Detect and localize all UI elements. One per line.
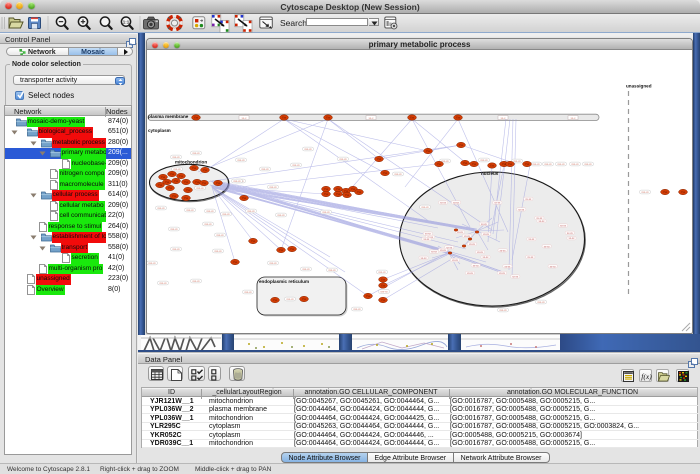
svg-text:xxx-xx: xxx-xx <box>557 163 565 166</box>
svg-text:xx-xx: xx-xx <box>440 249 447 252</box>
svg-text:xx-xx: xx-xx <box>469 243 476 246</box>
svg-text:xx-xx: xx-xx <box>421 256 428 259</box>
svg-text:xxx-xx: xxx-xx <box>206 210 214 213</box>
svg-text:xx-xx: xx-xx <box>512 275 519 278</box>
svg-text:xx-xx: xx-xx <box>425 232 432 235</box>
svg-text:xxx-xx: xxx-xx <box>269 262 277 265</box>
svg-text:xxx-xx: xxx-xx <box>328 269 336 272</box>
svg-text:xx-xx: xx-xx <box>536 217 543 220</box>
svg-text:xx-xx: xx-xx <box>544 245 551 248</box>
svg-text:xxx-xx: xxx-xx <box>302 268 310 271</box>
svg-text:xx-xx: xx-xx <box>539 220 546 223</box>
svg-text:unassigned: unassigned <box>626 83 652 88</box>
svg-text:xxx-xx: xxx-xx <box>286 298 294 301</box>
svg-text:mitochondrion: mitochondrion <box>175 159 207 164</box>
svg-text:xx-xx: xx-xx <box>431 250 438 253</box>
svg-text:xxx-xx: xxx-xx <box>170 228 178 231</box>
svg-text:xx-xx: xx-xx <box>550 265 557 268</box>
svg-text:xxx-xx: xxx-xx <box>186 209 194 212</box>
svg-text:xxx-xx: xxx-xx <box>277 214 285 217</box>
svg-text:xxx-xx: xxx-xx <box>571 163 579 166</box>
svg-text:1:1: 1:1 <box>123 19 130 24</box>
svg-text:xxx-xx: xxx-xx <box>204 223 212 226</box>
svg-text:xxx-xx: xxx-xx <box>304 148 312 151</box>
svg-text:xxx-xx: xxx-xx <box>641 191 649 194</box>
svg-text:xx-xx: xx-xx <box>494 201 501 204</box>
svg-text:xxx-xx: xxx-xx <box>292 164 300 167</box>
svg-text:xxx-xx: xxx-xx <box>247 210 255 213</box>
svg-text:plasma membrane: plasma membrane <box>148 114 189 119</box>
svg-text:xxx-xx: xxx-xx <box>269 186 277 189</box>
svg-text:xxx-xx: xxx-xx <box>237 159 245 162</box>
svg-text:xxx-xx: xxx-xx <box>148 262 156 265</box>
svg-text:xxx-xx: xxx-xx <box>394 173 402 176</box>
svg-text:xx-xx: xx-xx <box>440 201 447 204</box>
svg-text:xxx-xx: xxx-xx <box>380 290 388 293</box>
svg-text:xxx-xx: xxx-xx <box>378 271 386 274</box>
svg-text:xx-xx: xx-xx <box>452 259 459 262</box>
svg-text:xx-xx: xx-xx <box>525 197 532 200</box>
svg-text:xx-xx: xx-xx <box>527 256 534 259</box>
svg-text:xxx-xx: xxx-xx <box>532 163 540 166</box>
svg-text:xx-xx: xx-xx <box>453 201 460 204</box>
svg-text:xx-x: xx-x <box>571 116 576 119</box>
svg-text:xx-xx: xx-xx <box>481 222 488 225</box>
svg-text:xxx-xx: xxx-xx <box>537 301 545 304</box>
svg-text:xx-xx: xx-xx <box>457 231 464 234</box>
svg-text:xx-xx: xx-xx <box>464 234 471 237</box>
svg-text:xxx-xx: xxx-xx <box>192 280 200 283</box>
svg-text:xxx-xx: xxx-xx <box>421 206 429 209</box>
svg-text:xx-xx: xx-xx <box>483 233 490 236</box>
svg-text:xx-xx: xx-xx <box>467 272 474 275</box>
svg-text:xx-xx: xx-xx <box>567 231 574 234</box>
svg-text:xxx-xx: xxx-xx <box>172 156 180 159</box>
svg-text:xxx-xx: xxx-xx <box>499 309 507 312</box>
svg-text:xxx-xx: xxx-xx <box>244 291 252 294</box>
svg-text:xx-xx: xx-xx <box>500 249 507 252</box>
svg-text:xxx-xx: xxx-xx <box>261 168 269 171</box>
svg-text:endoplasmic reticulum: endoplasmic reticulum <box>259 278 309 283</box>
svg-text:xx-xx: xx-xx <box>569 237 576 240</box>
svg-text:xx-xx: xx-xx <box>504 265 511 268</box>
svg-text:xxx-xx: xxx-xx <box>214 250 222 253</box>
svg-text:xxx-xx: xxx-xx <box>322 211 330 214</box>
svg-text:xxx-xx: xxx-xx <box>159 282 167 285</box>
svg-text:xx-xx: xx-xx <box>423 238 430 241</box>
svg-text:xx-xx: xx-xx <box>473 264 480 267</box>
svg-text:xx-x: xx-x <box>501 116 506 119</box>
svg-text:f(x): f(x) <box>641 372 652 381</box>
svg-text:xxx-xx: xxx-xx <box>173 168 181 171</box>
svg-text:nucleus: nucleus <box>481 170 499 175</box>
svg-text:xx-x: xx-x <box>369 116 374 119</box>
svg-text:xxx-xx: xxx-xx <box>216 234 224 237</box>
svg-text:xxx-xx: xxx-xx <box>480 159 488 162</box>
svg-text:xx-x: xx-x <box>242 116 247 119</box>
svg-text:xx-xx: xx-xx <box>560 224 567 227</box>
svg-text:xx-xx: xx-xx <box>483 256 490 259</box>
svg-text:xxx-xx: xxx-xx <box>353 308 361 311</box>
svg-text:xxx-xx: xxx-xx <box>584 163 592 166</box>
svg-text:xx-xx: xx-xx <box>528 238 535 241</box>
svg-text:xxx-xx: xxx-xx <box>544 163 552 166</box>
svg-text:xxx-xx: xxx-xx <box>196 187 204 190</box>
svg-text:xxx-xx: xxx-xx <box>172 248 180 251</box>
svg-text:xxx-xx: xxx-xx <box>339 158 347 161</box>
svg-text:xxx-xx: xxx-xx <box>222 213 230 216</box>
svg-text:xxx-xx: xxx-xx <box>513 160 521 163</box>
svg-text:xxx-xx: xxx-xx <box>233 180 241 183</box>
svg-text:cytoplasm: cytoplasm <box>148 127 171 132</box>
svg-text:xx-xx: xx-xx <box>518 208 525 211</box>
svg-text:xx-xx: xx-xx <box>499 272 506 275</box>
svg-text:xxx-xx: xxx-xx <box>157 207 165 210</box>
svg-text:xxx-xx: xxx-xx <box>192 152 200 155</box>
svg-text:xx-xx: xx-xx <box>477 251 484 254</box>
